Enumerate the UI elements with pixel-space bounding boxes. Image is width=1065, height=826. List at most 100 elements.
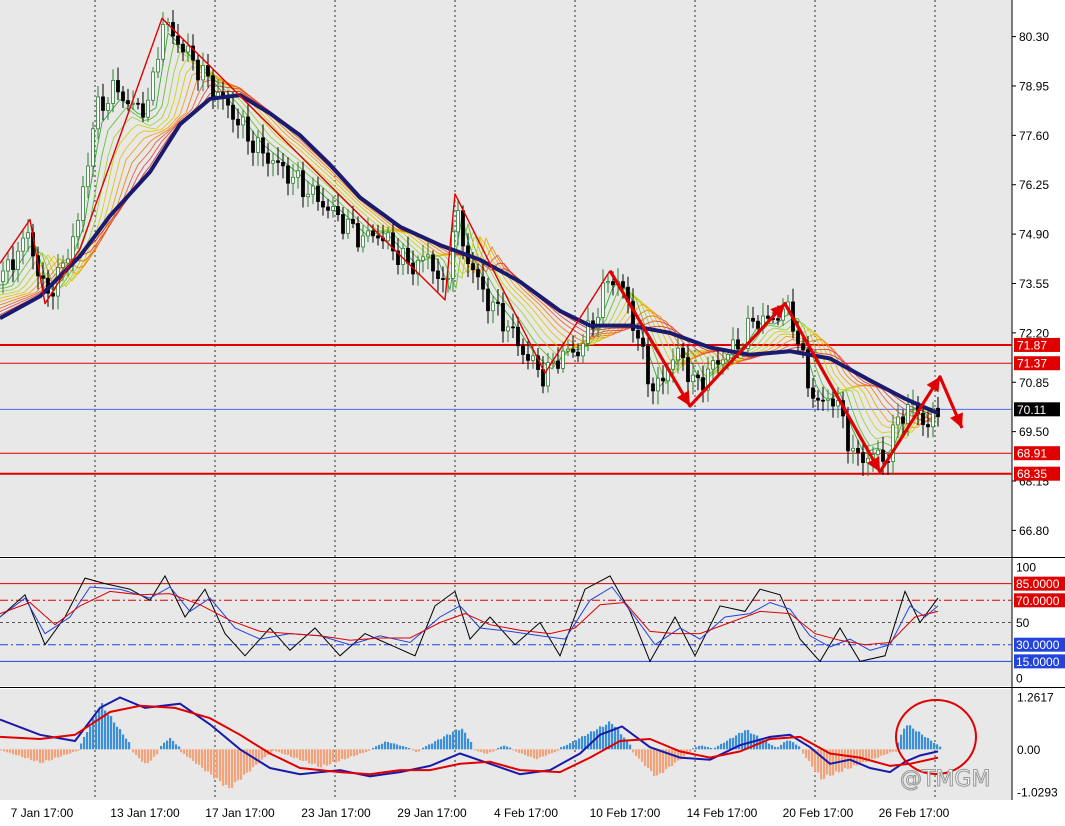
x-tick-label: 7 Jan 17:00 (11, 806, 74, 820)
candle-body (651, 383, 655, 392)
macd-histogram-bar (311, 749, 314, 765)
macd-histogram-bar (572, 741, 575, 750)
candle-body (851, 447, 855, 452)
macd-histogram-bar (261, 749, 264, 760)
candle-body (376, 235, 380, 239)
candle-body (496, 301, 500, 304)
candle-body (71, 236, 75, 260)
macd-histogram-bar (60, 749, 63, 757)
candle-body (61, 262, 65, 268)
macd-histogram-bar (557, 749, 560, 751)
candle-body (111, 80, 115, 104)
macd-histogram-bar (880, 749, 883, 756)
y-tick-label: 76.25 (1019, 178, 1049, 192)
macd-histogram-bar (390, 743, 393, 750)
candle-body (331, 206, 335, 211)
candle-body (366, 230, 370, 237)
stochastic-level-label: 85.0000 (1016, 577, 1060, 591)
macd-histogram-bar (780, 744, 783, 750)
candle-body (156, 58, 160, 73)
candle-body (146, 99, 150, 118)
candle-body (101, 96, 105, 111)
macd-histogram-bar (207, 749, 210, 772)
macd-histogram-bar (132, 749, 135, 753)
macd-histogram-bar (72, 749, 75, 753)
candle-body (481, 276, 485, 290)
candle-body (76, 220, 80, 238)
macd-histogram-bar (726, 740, 729, 750)
macd-histogram-bar (548, 749, 551, 754)
macd-histogram-bar (341, 749, 344, 759)
candle-body (361, 235, 365, 248)
candle-body (901, 416, 905, 424)
candle-body (306, 193, 310, 198)
candle-body (256, 137, 260, 153)
macd-histogram-bar (536, 749, 539, 760)
macd-histogram-bar (695, 747, 698, 750)
candle-body (611, 281, 615, 286)
candle-body (846, 415, 850, 452)
macd-histogram-bar (877, 749, 880, 758)
candle-body (571, 348, 575, 353)
macd-histogram-bar (503, 745, 506, 750)
macd-histogram-bar (921, 734, 924, 750)
macd-histogram-bar (107, 714, 110, 750)
macd-histogram-bar (278, 749, 281, 753)
candle-body (326, 206, 330, 211)
candle-body (116, 80, 120, 93)
candle-body (796, 330, 800, 345)
y-tick-label: 74.90 (1019, 228, 1049, 242)
macd-histogram-bar (710, 748, 713, 750)
macd-histogram-bar (365, 749, 368, 753)
candle-body (926, 424, 930, 428)
macd-histogram-bar (293, 749, 296, 758)
candle-body (291, 176, 295, 184)
candle-body (816, 397, 820, 401)
macd-histogram-bar (3, 749, 6, 752)
candle-body (16, 250, 20, 270)
macd-histogram-bar (608, 721, 611, 750)
macd-histogram-bar (326, 749, 329, 766)
macd-histogram-bar (714, 747, 717, 750)
macd-histogram-bar (729, 738, 732, 750)
candle-body (556, 360, 560, 369)
macd-histogram-bar (101, 703, 104, 750)
macd-histogram-bar (524, 749, 527, 756)
macd-histogram-bar (486, 749, 489, 754)
macd-histogram-bar (912, 728, 915, 750)
macd-histogram-bar (116, 726, 119, 750)
macd-histogram-bar (560, 747, 563, 750)
macd-histogram-bar (51, 749, 54, 760)
macd-histogram-bar (744, 730, 747, 750)
macd-histogram-bar (915, 731, 918, 750)
candle-body (711, 360, 715, 370)
macd-histogram-bar (808, 749, 811, 761)
macd-histogram-bar (638, 749, 641, 759)
macd-histogram-bar (741, 732, 744, 750)
candle-body (271, 160, 275, 164)
macd-histogram-bar (356, 749, 359, 756)
macd-histogram-bar (689, 749, 692, 753)
candle-body (161, 24, 165, 60)
macd-histogram-bar (110, 716, 113, 750)
macd-histogram-bar (786, 740, 789, 750)
macd-histogram-bar (789, 740, 792, 750)
candle-body (516, 326, 520, 347)
current-price-label: 70.11 (1017, 403, 1046, 417)
candle-body (646, 345, 650, 385)
x-tick-label: 14 Feb 17:00 (687, 806, 758, 820)
candle-body (426, 254, 430, 258)
candle-body (826, 398, 830, 401)
macd-histogram-bar (323, 749, 326, 765)
candle-body (321, 201, 325, 208)
macd-histogram-bar (820, 749, 823, 780)
candle-body (121, 91, 125, 101)
macd-histogram-bar (113, 722, 116, 750)
candle-body (521, 345, 525, 355)
macd-histogram-bar (446, 734, 449, 750)
macd-y-tick-label: -1.0293 (1017, 786, 1058, 800)
candle-body (436, 270, 440, 279)
macd-histogram-bar (632, 749, 635, 753)
macd-histogram-bar (350, 749, 353, 757)
candle-body (251, 140, 255, 153)
